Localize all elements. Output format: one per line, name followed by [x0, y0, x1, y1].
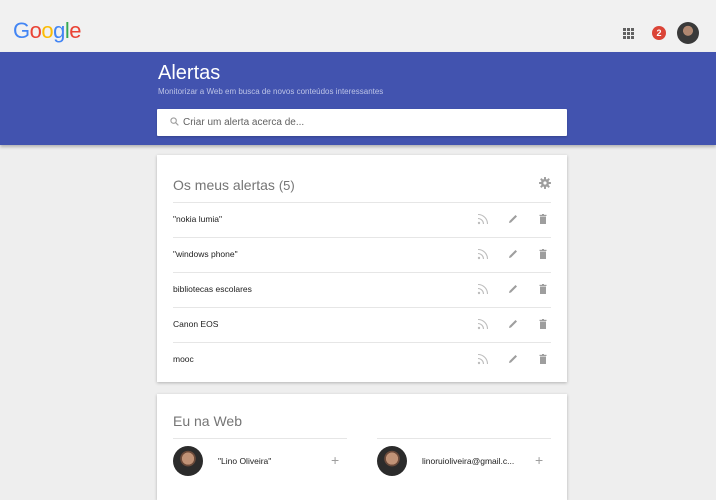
me-on-web-card: Eu na Web "Lino Oliveira" + linoruiolive… — [157, 394, 567, 500]
page-title: Alertas — [158, 62, 221, 84]
alert-label[interactable]: "nokia lumia" — [173, 214, 222, 224]
google-logo[interactable]: Google — [13, 18, 82, 44]
identity-item: linoruioliveira@gmail.c... + — [377, 438, 551, 486]
rss-feed-icon[interactable] — [477, 248, 489, 260]
alert-label[interactable]: bibliotecas escolares — [173, 284, 252, 294]
alert-row[interactable]: "windows phone" — [173, 237, 551, 272]
rss-feed-icon[interactable] — [477, 318, 489, 330]
alert-label[interactable]: "windows phone" — [173, 249, 238, 259]
page-subtitle: Monitorizar a Web em busca de novos cont… — [158, 87, 384, 96]
notifications-badge[interactable]: 2 — [652, 26, 666, 40]
alert-row[interactable]: bibliotecas escolares — [173, 272, 551, 307]
me-on-web-title: Eu na Web — [173, 413, 243, 429]
account-avatar[interactable] — [677, 22, 699, 44]
my-alerts-title: Os meus alertas (5) — [173, 177, 295, 193]
alert-label[interactable]: Canon EOS — [173, 319, 218, 329]
create-alert-input[interactable] — [183, 114, 553, 131]
logo-letter: g — [53, 18, 65, 43]
avatar — [377, 446, 407, 476]
my-alerts-label: Os meus alertas — [173, 177, 275, 193]
edit-pencil-icon[interactable] — [507, 318, 519, 330]
alert-label[interactable]: mooc — [173, 354, 194, 364]
avatar — [173, 446, 203, 476]
logo-letter: o — [29, 18, 42, 43]
edit-pencil-icon[interactable] — [507, 283, 519, 295]
delete-trash-icon[interactable] — [537, 213, 549, 225]
edit-pencil-icon[interactable] — [507, 353, 519, 365]
add-alert-plus-icon[interactable]: + — [331, 452, 339, 468]
delete-trash-icon[interactable] — [537, 248, 549, 260]
my-alerts-card: Os meus alertas (5) "nokia lumia" "windo… — [157, 155, 567, 382]
edit-pencil-icon[interactable] — [507, 248, 519, 260]
add-alert-plus-icon[interactable]: + — [535, 452, 543, 468]
edit-pencil-icon[interactable] — [507, 213, 519, 225]
alerts-count: (5) — [278, 178, 295, 193]
top-bar: Google 2 — [0, 0, 716, 52]
alert-row[interactable]: mooc — [173, 342, 551, 377]
identity-email: linoruioliveira@gmail.c... — [422, 456, 515, 466]
logo-letter: o — [41, 18, 54, 43]
alerts-banner: Alertas Monitorizar a Web em busca de no… — [0, 52, 716, 145]
search-icon — [170, 117, 179, 126]
delete-trash-icon[interactable] — [537, 283, 549, 295]
identity-name: "Lino Oliveira" — [218, 456, 272, 466]
delete-trash-icon[interactable] — [537, 318, 549, 330]
logo-letter: e — [69, 18, 82, 43]
apps-grid-icon[interactable] — [623, 28, 634, 39]
alert-row[interactable]: Canon EOS — [173, 307, 551, 342]
delete-trash-icon[interactable] — [537, 353, 549, 365]
rss-feed-icon[interactable] — [477, 283, 489, 295]
search-box[interactable] — [157, 109, 567, 136]
alert-row[interactable]: "nokia lumia" — [173, 202, 551, 237]
gear-icon[interactable] — [539, 177, 551, 189]
rss-feed-icon[interactable] — [477, 213, 489, 225]
rss-feed-icon[interactable] — [477, 353, 489, 365]
logo-letter: G — [13, 18, 30, 43]
identity-item: "Lino Oliveira" + — [173, 438, 347, 486]
